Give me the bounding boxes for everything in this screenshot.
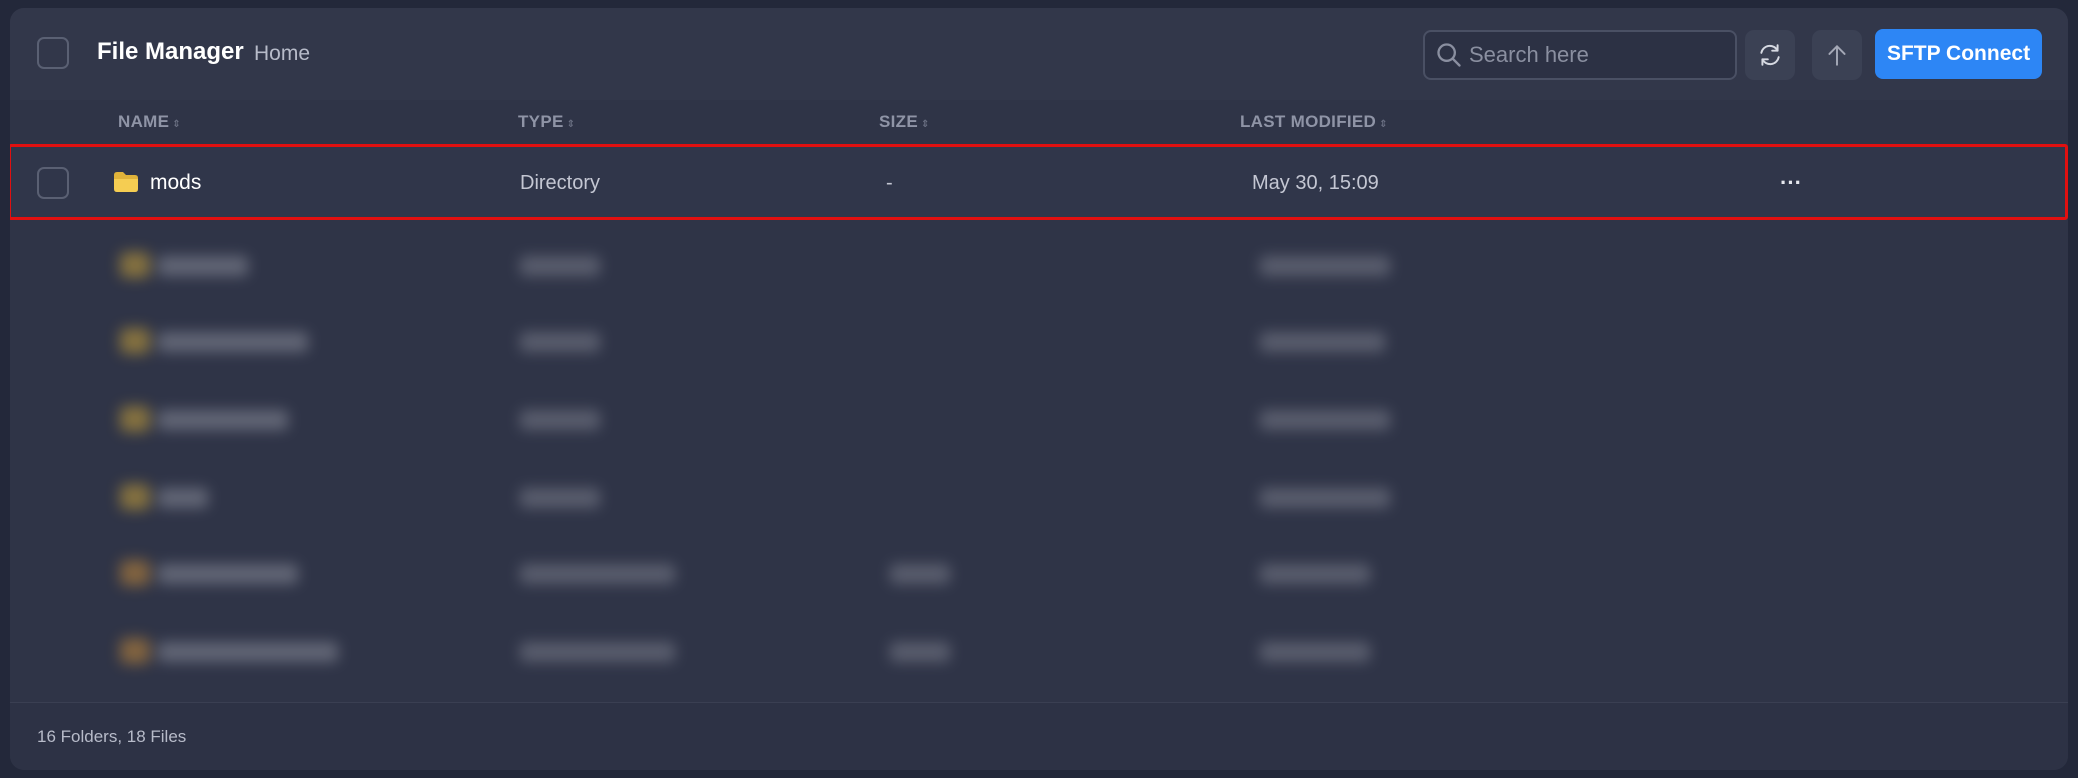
sort-icon: ⇕	[1379, 119, 1388, 130]
select-all-checkbox[interactable]	[37, 37, 69, 69]
file-manager-footer: 16 Folders, 18 Files	[10, 702, 2068, 770]
item-count: 16 Folders, 18 Files	[37, 727, 187, 746]
column-header-last-modified[interactable]: LAST MODIFIED ⇕	[1240, 112, 1388, 132]
sort-icon: ⇕	[172, 119, 181, 130]
arrow-up-icon	[1828, 45, 1846, 66]
table-row	[70, 400, 2060, 440]
refresh-button[interactable]	[1745, 30, 1795, 80]
column-header-type[interactable]: TYPE ⇕	[518, 112, 575, 132]
search-icon	[1437, 43, 1461, 67]
table-row	[70, 478, 2060, 518]
blurred-rows	[70, 228, 2060, 698]
breadcrumb[interactable]: Home	[254, 42, 310, 66]
column-header-size[interactable]: SIZE ⇕	[879, 112, 930, 132]
sort-icon: ⇕	[921, 119, 930, 130]
refresh-icon	[1760, 44, 1780, 66]
sort-icon: ⇕	[566, 119, 576, 130]
table-row	[70, 322, 2060, 362]
table-row	[70, 554, 2060, 594]
file-type: Directory	[520, 172, 601, 194]
upload-button[interactable]	[1812, 30, 1862, 80]
page-title: File Manager	[97, 38, 244, 65]
file-name[interactable]: mods	[150, 171, 201, 195]
file-size: -	[886, 172, 893, 194]
file-modified: May 30, 15:09	[1252, 172, 1379, 194]
table-row	[70, 632, 2060, 672]
file-manager-panel: File Manager Home SFTP Connect	[10, 8, 2068, 770]
column-header-name[interactable]: NAME ⇕	[118, 112, 181, 132]
more-options-icon[interactable]: ···	[1773, 168, 1809, 198]
file-manager-header: File Manager Home SFTP Connect	[10, 8, 2068, 100]
row-checkbox[interactable]	[37, 167, 69, 199]
search-box[interactable]	[1423, 30, 1737, 80]
table-row-highlighted[interactable]	[10, 144, 2068, 220]
table-row	[70, 246, 2060, 286]
search-input[interactable]	[1469, 40, 1724, 70]
sftp-connect-button[interactable]: SFTP Connect	[1875, 29, 2042, 79]
folder-icon	[114, 172, 138, 192]
